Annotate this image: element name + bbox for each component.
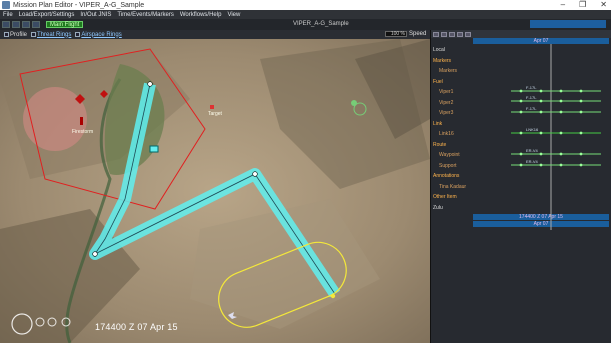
menu-item-workflows[interactable]: Workflows/Help bbox=[180, 12, 222, 18]
speed-label: Speed bbox=[409, 31, 427, 37]
target-label: Target bbox=[208, 111, 223, 117]
timeline-lane-label: F-17L bbox=[526, 95, 537, 100]
menu-item-jnis[interactable]: In/Out JNIS bbox=[80, 12, 111, 18]
map-view[interactable]: Firestorm Target 174400 Z 07 Apr 15 bbox=[0, 39, 430, 343]
timeline-event-point[interactable] bbox=[519, 110, 523, 114]
menu-item-file[interactable]: File bbox=[3, 12, 13, 18]
timeline-event-point[interactable] bbox=[519, 152, 523, 156]
new-icon[interactable] bbox=[2, 21, 10, 28]
timeline-event-point[interactable] bbox=[539, 99, 543, 103]
timeline-event-point[interactable] bbox=[539, 163, 543, 167]
timeline-panel: Apr 07 174400 Z 07 Apr 15 Apr 07 Local Ma… bbox=[430, 30, 611, 343]
timeline-event-point[interactable] bbox=[559, 152, 563, 156]
search-field[interactable] bbox=[530, 20, 606, 28]
timeline-lane-label: ER-V4 bbox=[526, 159, 539, 164]
window-title: Mission Plan Editor - VIPER_A-G_Sample bbox=[13, 1, 145, 9]
airspace-rings-tab[interactable]: Airspace Rings bbox=[75, 32, 122, 38]
document-title: VIPER_A-G_Sample bbox=[293, 21, 349, 27]
waypoint[interactable] bbox=[147, 81, 153, 87]
orbit-point[interactable] bbox=[330, 293, 336, 299]
map-timestamp: 174400 Z 07 Apr 15 bbox=[95, 322, 178, 332]
menu-item-load[interactable]: Load/Export/Settings bbox=[19, 12, 75, 18]
timeline-event-point[interactable] bbox=[559, 89, 563, 93]
timeline-event-point[interactable] bbox=[559, 163, 563, 167]
map-canvas[interactable]: Firestorm Target bbox=[0, 39, 430, 343]
menu-item-time[interactable]: Time/Events/Markers bbox=[117, 12, 173, 18]
timeline-event-point[interactable] bbox=[539, 89, 543, 93]
timeline-event-point[interactable] bbox=[579, 152, 583, 156]
speed-value[interactable]: 100 % bbox=[385, 31, 407, 37]
timeline-event-point[interactable] bbox=[519, 99, 523, 103]
profile-toggle[interactable]: Profile bbox=[4, 32, 27, 38]
timeline-event-point[interactable] bbox=[539, 110, 543, 114]
flight-plan-selector[interactable]: Main Flight bbox=[46, 21, 84, 28]
ground-unit-icon[interactable] bbox=[351, 100, 357, 106]
target-marker[interactable] bbox=[210, 105, 214, 109]
threat-rings-tab[interactable]: Threat Rings bbox=[31, 32, 71, 38]
save-icon[interactable] bbox=[22, 21, 30, 28]
minimize-icon[interactable]: – bbox=[561, 0, 565, 9]
timeline-event-point[interactable] bbox=[519, 89, 523, 93]
threat-label: Firestorm bbox=[72, 129, 93, 135]
timeline-event-point[interactable] bbox=[579, 131, 583, 135]
menu-item-view[interactable]: View bbox=[227, 12, 240, 18]
timeline-event-point[interactable] bbox=[559, 99, 563, 103]
app-icon bbox=[2, 1, 10, 9]
timeline-lanes: F-17L F-17L F-17L LNK16 ER-V4 ER-V4 bbox=[511, 44, 601, 230]
timeline-lane-label: ER-V4 bbox=[526, 148, 539, 153]
open-icon[interactable] bbox=[12, 21, 20, 28]
title-bar: Mission Plan Editor - VIPER_A-G_Sample –… bbox=[0, 0, 611, 10]
timeline-event-point[interactable] bbox=[579, 110, 583, 114]
timeline-event-point[interactable] bbox=[519, 163, 523, 167]
timeline-lane-label: LNK16 bbox=[526, 127, 539, 132]
timeline-lane-label: F-17L bbox=[526, 85, 537, 90]
timeline-event-point[interactable] bbox=[539, 152, 543, 156]
timeline-event-point[interactable] bbox=[539, 131, 543, 135]
target-icon[interactable] bbox=[149, 145, 159, 153]
waypoint[interactable] bbox=[252, 171, 258, 177]
undo-icon[interactable] bbox=[32, 21, 40, 28]
toolbar: Main Flight VIPER_A-G_Sample bbox=[0, 19, 611, 30]
timeline-event-point[interactable] bbox=[559, 131, 563, 135]
timeline-event-point[interactable] bbox=[519, 131, 523, 135]
menu-bar: File Load/Export/Settings In/Out JNIS Ti… bbox=[0, 10, 611, 19]
restore-icon[interactable]: ❐ bbox=[579, 0, 586, 9]
timeline-event-point[interactable] bbox=[579, 163, 583, 167]
waypoint[interactable] bbox=[92, 251, 98, 257]
layer-toggles: Profile Threat Rings Airspace Rings 100 … bbox=[0, 30, 430, 39]
timeline-lane-label: F-17L bbox=[526, 106, 537, 111]
timeline-event-point[interactable] bbox=[579, 89, 583, 93]
sam-site-icon[interactable] bbox=[80, 117, 83, 125]
timeline-event-point[interactable] bbox=[559, 110, 563, 114]
close-icon[interactable]: ✕ bbox=[600, 0, 607, 9]
timeline-event-point[interactable] bbox=[579, 99, 583, 103]
